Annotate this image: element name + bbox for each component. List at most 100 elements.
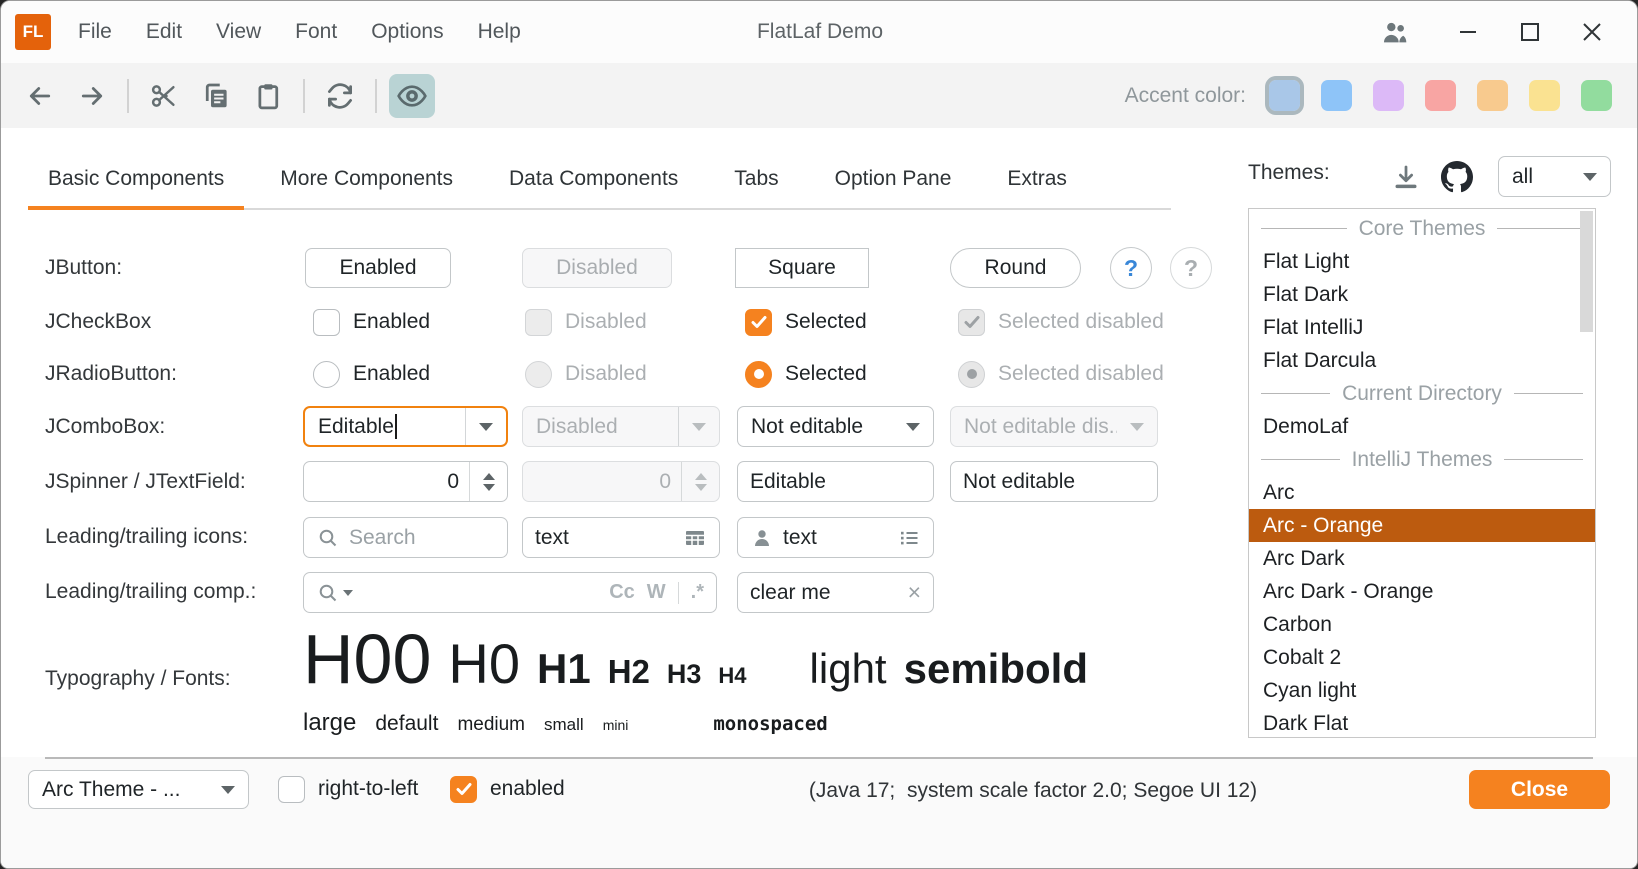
theme-list[interactable]: Core ThemesFlat LightFlat DarkFlat Intel… bbox=[1248, 208, 1596, 738]
copy-button[interactable] bbox=[193, 74, 239, 118]
accent-swatch-3[interactable] bbox=[1373, 80, 1404, 111]
theme-list-item[interactable]: Arc Dark - Orange bbox=[1249, 575, 1595, 608]
table-icon[interactable] bbox=[683, 526, 707, 550]
theme-list-item[interactable]: Flat IntelliJ bbox=[1249, 311, 1595, 344]
tab-extras[interactable]: Extras bbox=[987, 152, 1087, 210]
github-button[interactable] bbox=[1435, 155, 1479, 199]
radio-enabled[interactable]: Enabled bbox=[313, 359, 430, 389]
regex-button[interactable]: .* bbox=[691, 581, 704, 604]
checkbox-icon[interactable] bbox=[313, 309, 340, 336]
text-input-table-icon[interactable]: text bbox=[522, 517, 720, 558]
radio-checked-icon bbox=[958, 361, 985, 388]
combobox-arrow-button[interactable] bbox=[893, 407, 933, 446]
cut-button[interactable] bbox=[141, 74, 187, 118]
theme-combobox[interactable]: Arc Theme - ... bbox=[28, 770, 249, 809]
checkbox-checked-icon[interactable] bbox=[745, 309, 772, 336]
theme-list-item[interactable]: Flat Darcula bbox=[1249, 344, 1595, 377]
spinner-up-icon[interactable] bbox=[483, 473, 495, 480]
close-button[interactable]: Close bbox=[1469, 770, 1610, 809]
search-input[interactable]: Search bbox=[303, 517, 508, 558]
theme-list-item[interactable]: Cyan light bbox=[1249, 674, 1595, 707]
spinner[interactable]: 0 bbox=[303, 461, 508, 502]
accent-color-area: Accent color: bbox=[1125, 63, 1612, 128]
theme-list-item[interactable]: Cobalt 2 bbox=[1249, 641, 1595, 674]
combobox-arrow-button[interactable] bbox=[466, 408, 506, 445]
refresh-button[interactable] bbox=[317, 74, 363, 118]
textfield-editable[interactable]: Editable bbox=[737, 461, 934, 502]
menu-file[interactable]: File bbox=[61, 20, 129, 44]
theme-list-item[interactable]: Flat Dark bbox=[1249, 278, 1595, 311]
theme-list-item[interactable]: Arc - Orange bbox=[1249, 509, 1595, 542]
tab-more-components[interactable]: More Components bbox=[260, 152, 473, 210]
theme-group-header: Core Themes bbox=[1249, 212, 1595, 245]
spinner-down-icon[interactable] bbox=[483, 484, 495, 491]
square-button[interactable]: Square bbox=[735, 248, 869, 288]
accent-swatch-2[interactable] bbox=[1321, 80, 1352, 111]
right-to-left-checkbox[interactable]: right-to-left bbox=[278, 774, 418, 804]
accent-swatch-6[interactable] bbox=[1529, 80, 1560, 111]
tab-data-components[interactable]: Data Components bbox=[489, 152, 698, 210]
combobox-editable[interactable]: Editable bbox=[303, 406, 508, 447]
scrollbar-thumb[interactable] bbox=[1580, 211, 1593, 332]
text-input-user-list[interactable]: text bbox=[737, 517, 934, 558]
theme-filter-combobox[interactable]: all bbox=[1498, 156, 1611, 197]
round-button[interactable]: Round bbox=[950, 248, 1081, 288]
theme-list-item[interactable]: Arc Dark bbox=[1249, 542, 1595, 575]
typography-h4: H4 bbox=[718, 663, 746, 689]
enabled-button[interactable]: Enabled bbox=[305, 248, 451, 288]
match-case-button[interactable]: Cc bbox=[609, 581, 635, 604]
menu-options[interactable]: Options bbox=[354, 20, 460, 44]
help-button[interactable]: ? bbox=[1110, 247, 1152, 289]
combobox-not-editable[interactable]: Not editable bbox=[737, 406, 934, 447]
spinner-value[interactable]: 0 bbox=[304, 470, 469, 494]
radio-checked-icon[interactable] bbox=[745, 361, 772, 388]
typography-small: small bbox=[544, 715, 584, 735]
list-icon[interactable] bbox=[897, 526, 921, 550]
download-theme-button[interactable] bbox=[1384, 155, 1428, 199]
search-with-options-input[interactable]: Cc W .* bbox=[303, 572, 717, 613]
radio-selected[interactable]: Selected bbox=[745, 359, 867, 389]
spinner-buttons[interactable] bbox=[469, 462, 507, 501]
theme-list-item[interactable]: Arc bbox=[1249, 476, 1595, 509]
header-line bbox=[1514, 393, 1583, 394]
theme-list-item[interactable]: Flat Light bbox=[1249, 245, 1595, 278]
enabled-checkbox[interactable]: enabled bbox=[450, 774, 565, 804]
clear-icon[interactable]: × bbox=[908, 579, 921, 606]
paste-button[interactable] bbox=[245, 74, 291, 118]
clearable-input[interactable]: clear me × bbox=[737, 572, 934, 613]
theme-group-header: IntelliJ Themes bbox=[1249, 443, 1595, 476]
forward-button[interactable] bbox=[69, 74, 115, 118]
search-dropdown-icon[interactable] bbox=[316, 581, 353, 605]
menu-font[interactable]: Font bbox=[278, 20, 354, 44]
theme-group-header-label: Current Directory bbox=[1342, 382, 1502, 406]
maximize-button[interactable] bbox=[1499, 1, 1561, 63]
checkbox-selected[interactable]: Selected bbox=[745, 307, 867, 337]
close-window-button[interactable] bbox=[1561, 1, 1623, 63]
checkbox-checked-icon[interactable] bbox=[450, 776, 477, 803]
titlebar: FL FileEditViewFontOptionsHelp FlatLaf D… bbox=[1, 1, 1637, 63]
tab-option-pane[interactable]: Option Pane bbox=[815, 152, 972, 210]
theme-list-item[interactable]: Carbon bbox=[1249, 608, 1595, 641]
show-hidden-button[interactable] bbox=[389, 74, 435, 118]
accent-swatch-1[interactable] bbox=[1269, 80, 1300, 111]
tab-basic-components[interactable]: Basic Components bbox=[28, 152, 244, 210]
theme-list-item[interactable]: Dark Flat bbox=[1249, 707, 1595, 738]
checkbox-icon[interactable] bbox=[278, 776, 305, 803]
minimize-button[interactable] bbox=[1437, 1, 1499, 63]
accent-swatch-5[interactable] bbox=[1477, 80, 1508, 111]
back-button[interactable] bbox=[17, 74, 63, 118]
users-icon[interactable] bbox=[1367, 1, 1423, 63]
checkbox-enabled[interactable]: Enabled bbox=[313, 307, 430, 337]
whole-word-button[interactable]: W bbox=[647, 581, 666, 604]
combobox-disabled-value: Disabled bbox=[523, 415, 678, 439]
tab-tabs[interactable]: Tabs bbox=[714, 152, 798, 210]
menu-view[interactable]: View bbox=[199, 20, 278, 44]
accent-swatch-4[interactable] bbox=[1425, 80, 1456, 111]
combobox-arrow-button bbox=[1117, 407, 1157, 446]
menu-edit[interactable]: Edit bbox=[129, 20, 199, 44]
radio-icon[interactable] bbox=[313, 361, 340, 388]
menu-help[interactable]: Help bbox=[461, 20, 538, 44]
accent-swatch-7[interactable] bbox=[1581, 80, 1612, 111]
theme-list-item[interactable]: DemoLaf bbox=[1249, 410, 1595, 443]
chevron-down-icon bbox=[1130, 423, 1144, 431]
